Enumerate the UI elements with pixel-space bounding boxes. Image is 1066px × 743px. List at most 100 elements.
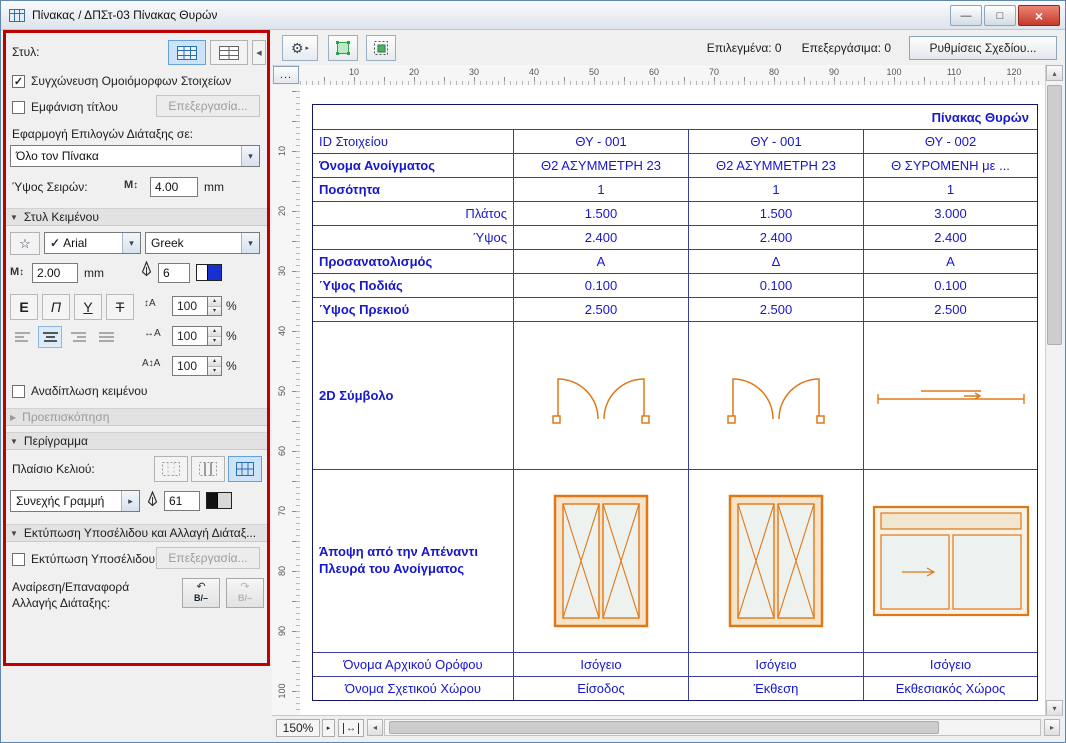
text-pen-input[interactable]: 6 (158, 263, 190, 283)
cell-frame-vertical-button[interactable] (191, 456, 225, 482)
undo-layout-button[interactable]: ↶ B/– (182, 578, 220, 608)
cell-value[interactable]: Δ (688, 250, 863, 273)
section-text-style[interactable]: ▼ Στυλ Κειμένου (4, 208, 268, 226)
cell-value[interactable]: Θ ΣΥΡΟΜΕΝΗ με ... (863, 154, 1037, 177)
cell-value[interactable]: Είσοδος (513, 677, 688, 700)
stepper-arrows[interactable]: ▴▾ (207, 296, 222, 316)
text-pen-color-swatch[interactable] (196, 264, 222, 281)
align-left-button[interactable] (10, 326, 34, 348)
cell-value[interactable]: Θ2 ΑΣΥΜΜΕΤΡΗ 23 (688, 154, 863, 177)
ruler-origin-button[interactable]: ... (273, 66, 299, 84)
outline-pen-input[interactable]: 61 (164, 491, 200, 511)
cell-value[interactable]: 3.000 (863, 202, 1037, 225)
scroll-left-button[interactable]: ◂ (367, 719, 383, 736)
cell-value[interactable]: Εκθεσιακός Χώρος (863, 677, 1037, 700)
cell-value[interactable]: 0.100 (688, 274, 863, 297)
cell-value[interactable]: 2.400 (688, 226, 863, 249)
cell-value[interactable]: 1 (863, 178, 1037, 201)
section-preview[interactable]: ▶ Προεπισκόπηση (4, 408, 268, 426)
print-footer-checkbox[interactable] (12, 553, 25, 566)
cell-value[interactable]: ΘΥ - 001 (688, 130, 863, 153)
minimize-button[interactable]: — (950, 5, 982, 26)
scroll-down-button[interactable]: ▾ (1046, 700, 1063, 716)
font-size-input[interactable]: 2.00 (32, 263, 78, 283)
cell-value[interactable]: 1 (513, 178, 688, 201)
strikethrough-button[interactable]: T (106, 294, 134, 320)
elevation-cell[interactable] (513, 470, 688, 652)
drawing-settings-button[interactable]: Ρυθμίσεις Σχεδίου... (909, 36, 1057, 60)
redo-layout-button[interactable]: ↷ B/– (226, 578, 264, 608)
elevation-cell[interactable] (688, 470, 863, 652)
underline-button[interactable]: Y (74, 294, 102, 320)
line-spacing-stepper[interactable]: 100 ▴▾ (172, 296, 222, 316)
options-gear-button[interactable]: ⚙ ▸ (282, 35, 318, 61)
style-list-view-button[interactable] (210, 40, 248, 65)
align-center-button[interactable] (38, 326, 62, 348)
cell-value[interactable]: Έκθεση (688, 677, 863, 700)
merge-uniform-checkbox[interactable]: ✓ (12, 75, 25, 88)
vertical-scroll-thumb[interactable] (1047, 85, 1062, 345)
cell-value[interactable]: 1.500 (513, 202, 688, 225)
select-area-button[interactable] (328, 35, 358, 61)
cell-value[interactable]: ΘΥ - 001 (513, 130, 688, 153)
elevation-cell[interactable] (863, 470, 1037, 652)
horizontal-scroll-thumb[interactable] (389, 721, 939, 734)
cell-value[interactable]: 2.500 (863, 298, 1037, 321)
close-button[interactable]: × (1018, 5, 1060, 26)
vertical-scrollbar[interactable]: ▴ ▾ (1045, 65, 1063, 716)
cell-frame-all-button[interactable] (228, 456, 262, 482)
stepper-arrows[interactable]: ▴▾ (207, 356, 222, 376)
cell-value[interactable]: ΘΥ - 002 (863, 130, 1037, 153)
section-footer-print[interactable]: ▼ Εκτύπωση Υποσέλιδου και Αλλαγή Διάταξ.… (4, 524, 268, 542)
outline-pen-color-swatch[interactable] (206, 492, 232, 509)
line-type-dropdown[interactable]: Συνεχής Γραμμή ▸ (10, 490, 140, 512)
symbol-cell[interactable] (863, 322, 1037, 469)
horizontal-scrollbar[interactable] (384, 719, 1041, 736)
cell-value[interactable]: 2.500 (688, 298, 863, 321)
style-grid-view-button[interactable] (168, 40, 206, 65)
scroll-right-button[interactable]: ▸ (1044, 719, 1060, 736)
show-title-checkbox[interactable] (12, 101, 25, 114)
marquee-button[interactable] (366, 35, 396, 61)
cell-value[interactable]: Ισόγειο (863, 653, 1037, 676)
stepper-arrows[interactable]: ▴▾ (207, 326, 222, 346)
char-width-stepper[interactable]: 100 ▴▾ (172, 326, 222, 346)
font-family-dropdown[interactable]: ✓Arial ▾ (44, 232, 141, 254)
cell-value[interactable]: 0.100 (863, 274, 1037, 297)
char-spacing-stepper[interactable]: 100 ▴▾ (172, 356, 222, 376)
schedule-canvas[interactable]: Πίνακας Θυρών ID Στοιχείου ΘΥ - 001 ΘΥ -… (300, 85, 1046, 716)
zoom-level-button[interactable]: 150% (276, 719, 320, 737)
cell-value[interactable]: 2.400 (863, 226, 1037, 249)
cell-value[interactable]: Ισόγειο (688, 653, 863, 676)
apply-layout-dropdown[interactable]: Όλο τον Πίνακα ▾ (10, 145, 260, 167)
section-outline[interactable]: ▼ Περίγραμμα (4, 432, 268, 450)
maximize-button[interactable]: □ (984, 5, 1016, 26)
fit-to-window-button[interactable]: ↔ (338, 719, 364, 737)
cell-value[interactable]: 2.400 (513, 226, 688, 249)
cell-frame-none-button[interactable] (154, 456, 188, 482)
align-right-button[interactable] (66, 326, 90, 348)
cell-value[interactable]: 0.100 (513, 274, 688, 297)
align-justify-button[interactable] (94, 326, 118, 348)
collapse-panel-button[interactable]: ◀ (252, 40, 266, 65)
symbol-cell[interactable] (513, 322, 688, 469)
show-title-row: Εμφάνιση τίτλου (12, 100, 118, 114)
cell-value[interactable]: Α (513, 250, 688, 273)
bold-button[interactable]: E (10, 294, 38, 320)
wrap-text-checkbox[interactable] (12, 385, 25, 398)
zoom-menu-button[interactable]: ▸ (322, 719, 335, 737)
italic-button[interactable]: Π (42, 294, 70, 320)
footer-edit-button[interactable]: Επεξεργασία... (156, 547, 260, 569)
row-height-input[interactable]: 4.00 (150, 177, 198, 197)
cell-value[interactable]: 2.500 (513, 298, 688, 321)
cell-value[interactable]: Θ2 ΑΣΥΜΜΕΤΡΗ 23 (513, 154, 688, 177)
cell-value[interactable]: Ισόγειο (513, 653, 688, 676)
cell-value[interactable]: 1.500 (688, 202, 863, 225)
title-edit-button[interactable]: Επεξεργασία... (156, 95, 260, 117)
favorites-star-button[interactable]: ☆ (10, 232, 40, 255)
scroll-up-button[interactable]: ▴ (1046, 65, 1063, 81)
symbol-cell[interactable] (688, 322, 863, 469)
font-script-dropdown[interactable]: Greek ▾ (145, 232, 260, 254)
cell-value[interactable]: 1 (688, 178, 863, 201)
cell-value[interactable]: Α (863, 250, 1037, 273)
